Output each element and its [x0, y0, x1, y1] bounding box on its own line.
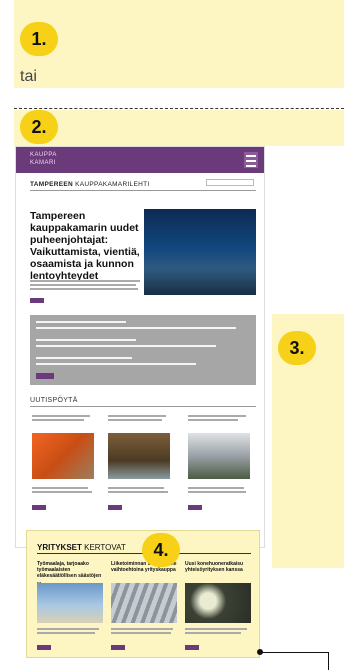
companies-heading-rest: KERTOVAT — [81, 543, 126, 552]
website-mockup: KAUPPA KAMARI TAMPEREEN KAUPPAKAMARILEHT… — [15, 146, 265, 548]
company-card-image-3[interactable] — [185, 583, 251, 623]
lead-text-line — [30, 280, 140, 282]
company-card-image-2[interactable] — [111, 583, 177, 623]
news-divider — [30, 406, 256, 407]
lead-read-more-button[interactable] — [30, 298, 44, 303]
site-title-rest: KAUPPAKAMARILEHTI — [73, 181, 150, 188]
separator-text: tai — [20, 68, 37, 85]
logo-line-2: KAMARI — [30, 160, 57, 166]
lead-headline[interactable]: Tampereen kauppakamarin uudet puheenjoht… — [30, 210, 140, 282]
search-input[interactable] — [206, 179, 254, 186]
site-title: TAMPEREEN KAUPPAKAMARILEHTI — [30, 181, 149, 188]
title-divider — [30, 190, 256, 191]
news-2-button[interactable] — [108, 505, 122, 510]
logo-line-1: KAUPPA — [30, 152, 57, 158]
news-thumb-1[interactable] — [32, 433, 94, 479]
lead-text-line — [30, 284, 136, 286]
company-card-image-1[interactable] — [37, 583, 103, 623]
news-1-button[interactable] — [32, 505, 46, 510]
news-3-button[interactable] — [188, 505, 202, 510]
news-section-heading: UUTISPÖYTÄ — [30, 397, 78, 404]
badge-2: 2. — [20, 110, 58, 144]
badge-3: 3. — [278, 331, 316, 365]
site-header: KAUPPA KAMARI — [16, 147, 264, 173]
companies-heading-bold: YRITYKSET — [37, 543, 82, 552]
section-option-1 — [14, 0, 344, 88]
section-option-2 — [14, 110, 344, 146]
company-card-title[interactable]: Työmaalaja, tarjoaako työmaalaisten eläk… — [37, 561, 103, 585]
badge-1: 1. — [20, 22, 58, 56]
company-2-button[interactable] — [111, 645, 125, 650]
company-card-title[interactable]: Uusi konehuoneratkaisu yhteisöyrityksen … — [185, 561, 251, 573]
hamburger-menu-icon[interactable] — [244, 152, 258, 168]
lead-text-line — [30, 288, 138, 290]
connector-line — [260, 652, 328, 653]
companies-heading: YRITYKSET KERTOVAT — [37, 543, 126, 552]
connector-line-vertical — [328, 652, 329, 670]
lead-image[interactable] — [144, 209, 256, 295]
connector-dot — [257, 649, 263, 655]
news-list-panel — [30, 315, 256, 385]
company-3-button[interactable] — [185, 645, 199, 650]
site-logo[interactable]: KAUPPA KAMARI — [30, 151, 57, 167]
news-thumb-2[interactable] — [108, 433, 170, 479]
news-list-button[interactable] — [36, 373, 54, 379]
badge-4: 4. — [142, 533, 180, 567]
news-thumb-3[interactable] — [188, 433, 250, 479]
site-title-bold: TAMPEREEN — [30, 181, 74, 188]
company-1-button[interactable] — [37, 645, 51, 650]
dashed-divider — [14, 108, 344, 109]
